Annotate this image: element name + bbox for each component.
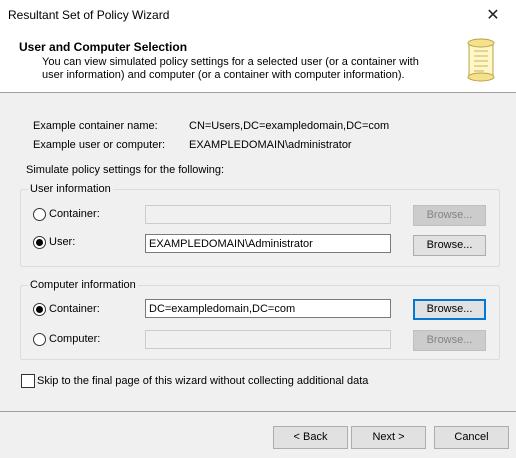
user-radio[interactable] xyxy=(33,236,46,249)
user-container-field xyxy=(145,205,391,224)
computer-container-browse-button[interactable]: Browse... xyxy=(413,299,486,320)
wizard-header: User and Computer Selection You can view… xyxy=(0,30,516,93)
computer-field xyxy=(145,330,391,349)
window-title: Resultant Set of Policy Wizard xyxy=(8,8,170,22)
example-user-value: EXAMPLEDOMAIN\administrator xyxy=(189,139,352,151)
example-container-label: Example container name: xyxy=(33,120,158,132)
scroll-icon xyxy=(467,38,495,82)
user-radio-label: User: xyxy=(49,236,76,248)
close-icon[interactable]: ✕ xyxy=(470,0,516,30)
skip-checkbox[interactable] xyxy=(21,374,35,388)
computer-container-radio-label: Container: xyxy=(49,303,100,315)
user-info-group-label: User information xyxy=(28,183,113,195)
cancel-button[interactable]: Cancel xyxy=(434,426,509,449)
user-container-browse-button: Browse... xyxy=(413,205,486,226)
user-container-radio-label: Container: xyxy=(49,208,100,220)
user-field[interactable]: EXAMPLEDOMAIN\Administrator xyxy=(145,234,391,253)
example-user-label: Example user or computer: xyxy=(33,139,166,151)
computer-browse-button: Browse... xyxy=(413,330,486,351)
computer-radio-label: Computer: xyxy=(49,333,101,345)
wizard-window: Resultant Set of Policy Wizard ✕ User an… xyxy=(0,0,516,457)
title-bar: Resultant Set of Policy Wizard ✕ xyxy=(0,0,516,30)
computer-info-group-label: Computer information xyxy=(28,279,138,291)
user-browse-button[interactable]: Browse... xyxy=(413,235,486,256)
user-container-radio[interactable] xyxy=(33,208,46,221)
back-button[interactable]: < Back xyxy=(273,426,348,449)
simulate-label: Simulate policy settings for the followi… xyxy=(26,164,225,176)
computer-container-radio[interactable] xyxy=(33,303,46,316)
example-container-value: CN=Users,DC=exampledomain,DC=com xyxy=(189,120,390,132)
next-button[interactable]: Next > xyxy=(351,426,426,449)
skip-checkbox-label: Skip to the final page of this wizard wi… xyxy=(37,375,369,387)
computer-radio[interactable] xyxy=(33,333,46,346)
computer-container-field[interactable]: DC=exampledomain,DC=com xyxy=(145,299,391,318)
page-title: User and Computer Selection xyxy=(19,40,188,54)
page-description: You can view simulated policy settings f… xyxy=(42,56,419,81)
